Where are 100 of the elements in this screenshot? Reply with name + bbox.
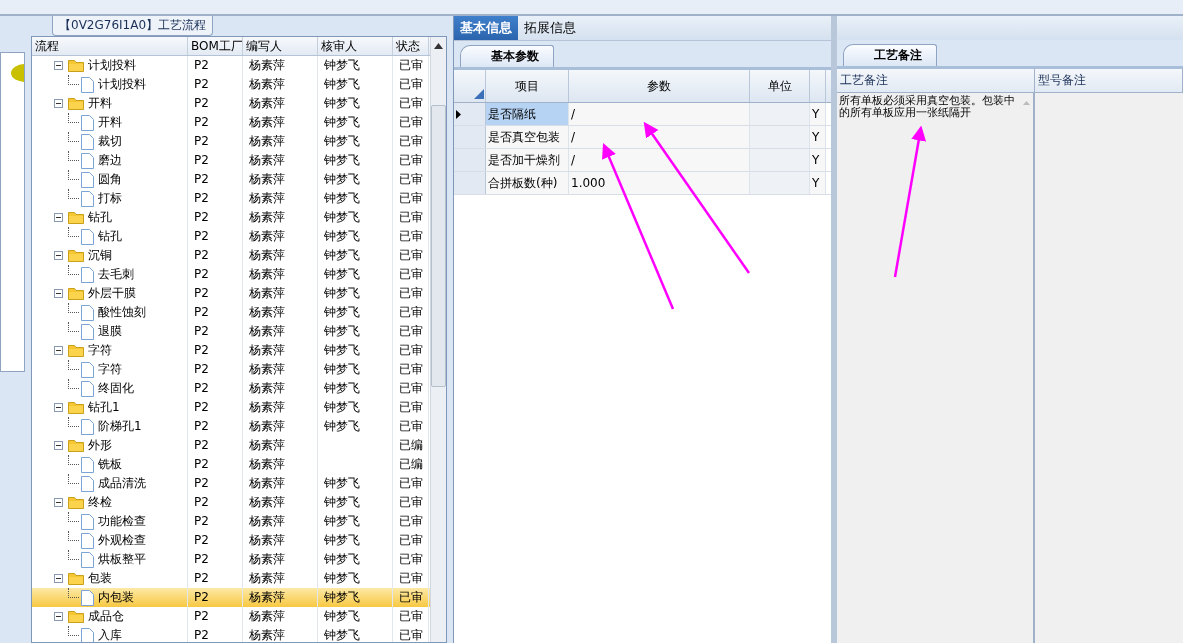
tree-row[interactable]: 功能检查 P2 杨素萍 钟梦飞 已审	[32, 512, 430, 531]
tree-row[interactable]: 字符 P2 杨素萍 钟梦飞 已审	[32, 360, 430, 379]
tab[interactable]: 拓展信息	[518, 16, 582, 40]
bom-factory: P2	[194, 77, 209, 91]
row-header[interactable]	[454, 103, 486, 125]
status-text: 已审	[399, 153, 423, 167]
status-text: 已审	[399, 552, 423, 566]
reviewer-name: 钟梦飞	[324, 514, 360, 528]
collapse-icon[interactable]	[54, 498, 63, 507]
step-name: 字符	[98, 361, 122, 378]
document-icon	[81, 513, 94, 530]
status-text: 已审	[399, 609, 423, 623]
column-header[interactable]: 核审人	[318, 37, 393, 55]
tree-row[interactable]: 开料 P2 杨素萍 钟梦飞 已审	[32, 94, 430, 113]
writer-name: 杨素萍	[249, 628, 285, 642]
column-header[interactable]: 项目	[486, 70, 569, 102]
collapse-icon[interactable]	[54, 213, 63, 222]
collapse-icon[interactable]	[54, 612, 63, 621]
tree-row[interactable]: 外形 P2 杨素萍 已编	[32, 436, 430, 455]
column-header[interactable]: 参数	[569, 70, 750, 102]
tree-row[interactable]: 铣板 P2 杨素萍 已编	[32, 455, 430, 474]
tree-row[interactable]: 外层干膜 P2 杨素萍 钟梦飞 已审	[32, 284, 430, 303]
tab[interactable]: 基本参数	[460, 45, 554, 67]
corner-icon	[473, 89, 484, 99]
collapse-icon[interactable]	[54, 574, 63, 583]
tree-row[interactable]: 打标 P2 杨素萍 钟梦飞 已审	[32, 189, 430, 208]
column-header[interactable]: 编写人	[243, 37, 318, 55]
writer-name: 杨素萍	[249, 153, 285, 167]
step-name: 包装	[88, 570, 112, 587]
collapse-icon[interactable]	[54, 251, 63, 260]
column-header[interactable]: 流程	[32, 37, 188, 55]
step-name: 外形	[88, 437, 112, 454]
status-text: 已审	[399, 400, 423, 414]
tree-row[interactable]: 字符 P2 杨素萍 钟梦飞 已审	[32, 341, 430, 360]
param-value[interactable]: /	[569, 103, 750, 125]
status-text: 已编	[399, 438, 423, 452]
tree-row[interactable]: 外观检查 P2 杨素萍 钟梦飞 已审	[32, 531, 430, 550]
param-name: 合拼板数(种)	[486, 172, 569, 194]
writer-name: 杨素萍	[249, 457, 285, 471]
scrollbar[interactable]	[430, 37, 446, 642]
bom-factory: P2	[194, 609, 209, 623]
collapse-icon[interactable]	[54, 403, 63, 412]
tree-row[interactable]: 内包装 P2 杨素萍 钟梦飞 已审	[32, 588, 430, 607]
writer-name: 杨素萍	[249, 552, 285, 566]
collapse-icon[interactable]	[54, 289, 63, 298]
column-header[interactable]: BOM工厂	[188, 37, 243, 55]
collapse-icon[interactable]	[54, 441, 63, 450]
reviewer-name: 钟梦飞	[324, 172, 360, 186]
tree-row[interactable]: 终检 P2 杨素萍 钟梦飞 已审	[32, 493, 430, 512]
tree-row[interactable]: 烘板整平 P2 杨素萍 钟梦飞 已审	[32, 550, 430, 569]
status-text: 已编	[399, 457, 423, 471]
column-header[interactable]: 工艺备注	[837, 69, 1035, 92]
document-icon	[81, 171, 94, 188]
tree-row[interactable]: 圆角 P2 杨素萍 钟梦飞 已审	[32, 170, 430, 189]
tab[interactable]: 基本信息	[454, 16, 518, 40]
tree-row[interactable]: 酸性蚀刻 P2 杨素萍 钟梦飞 已审	[32, 303, 430, 322]
column-header[interactable]: 状态	[393, 37, 429, 55]
column-header[interactable]: 单位	[750, 70, 810, 102]
tree-row[interactable]: 阶梯孔1 P2 杨素萍 钟梦飞 已审	[32, 417, 430, 436]
param-value[interactable]: /	[569, 149, 750, 171]
tree-row[interactable]: 成品清洗 P2 杨素萍 钟梦飞 已审	[32, 474, 430, 493]
bom-factory: P2	[194, 495, 209, 509]
step-name: 开料	[98, 114, 122, 131]
step-name: 酸性蚀刻	[98, 304, 146, 321]
reviewer-name: 钟梦飞	[324, 286, 360, 300]
tree-row[interactable]: 退膜 P2 杨素萍 钟梦飞 已审	[32, 322, 430, 341]
bom-factory: P2	[194, 457, 209, 471]
tree-row[interactable]: 计划投料 P2 杨素萍 钟梦飞 已审	[32, 56, 430, 75]
step-name: 功能检查	[98, 513, 146, 530]
reviewer-name: 钟梦飞	[324, 343, 360, 357]
document-icon	[81, 532, 94, 549]
step-name: 钻孔	[88, 209, 112, 226]
tree-row[interactable]: 终固化 P2 杨素萍 钟梦飞 已审	[32, 379, 430, 398]
tree-row[interactable]: 沉铜 P2 杨素萍 钟梦飞 已审	[32, 246, 430, 265]
document-icon	[81, 551, 94, 568]
step-name: 字符	[88, 342, 112, 359]
param-value[interactable]: /	[569, 126, 750, 148]
tree-row[interactable]: 入库 P2 杨素萍 钟梦飞 已审	[32, 626, 430, 642]
folder-icon	[68, 344, 84, 357]
column-header[interactable]: 型号备注	[1035, 69, 1183, 92]
bom-factory: P2	[194, 514, 209, 528]
scroll-up-icon[interactable]	[434, 43, 443, 49]
tree-row[interactable]: 裁切 P2 杨素萍 钟梦飞 已审	[32, 132, 430, 151]
flag-text: Y	[810, 103, 826, 125]
param-value[interactable]: 1.000	[569, 172, 750, 194]
tab[interactable]: 工艺备注	[843, 44, 937, 66]
tree-row[interactable]: 钻孔 P2 杨素萍 钟梦飞 已审	[32, 227, 430, 246]
collapse-icon[interactable]	[54, 346, 63, 355]
tree-row[interactable]: 计划投料 P2 杨素萍 钟梦飞 已审	[32, 75, 430, 94]
collapse-icon[interactable]	[54, 61, 63, 70]
tree-row[interactable]: 成品仓 P2 杨素萍 钟梦飞 已审	[32, 607, 430, 626]
document-icon	[81, 114, 94, 131]
reviewer-name: 钟梦飞	[324, 400, 360, 414]
folder-icon	[68, 572, 84, 585]
tree-row[interactable]: 开料 P2 杨素萍 钟梦飞 已审	[32, 113, 430, 132]
tree-row[interactable]: 磨边 P2 杨素萍 钟梦飞 已审	[32, 151, 430, 170]
tree-row[interactable]: 去毛刺 P2 杨素萍 钟梦飞 已审	[32, 265, 430, 284]
tree-row[interactable]: 钻孔 P2 杨素萍 钟梦飞 已审	[32, 208, 430, 227]
collapse-icon[interactable]	[54, 99, 63, 108]
tree-row[interactable]: 钻孔1 P2 杨素萍 钟梦飞 已审	[32, 398, 430, 417]
